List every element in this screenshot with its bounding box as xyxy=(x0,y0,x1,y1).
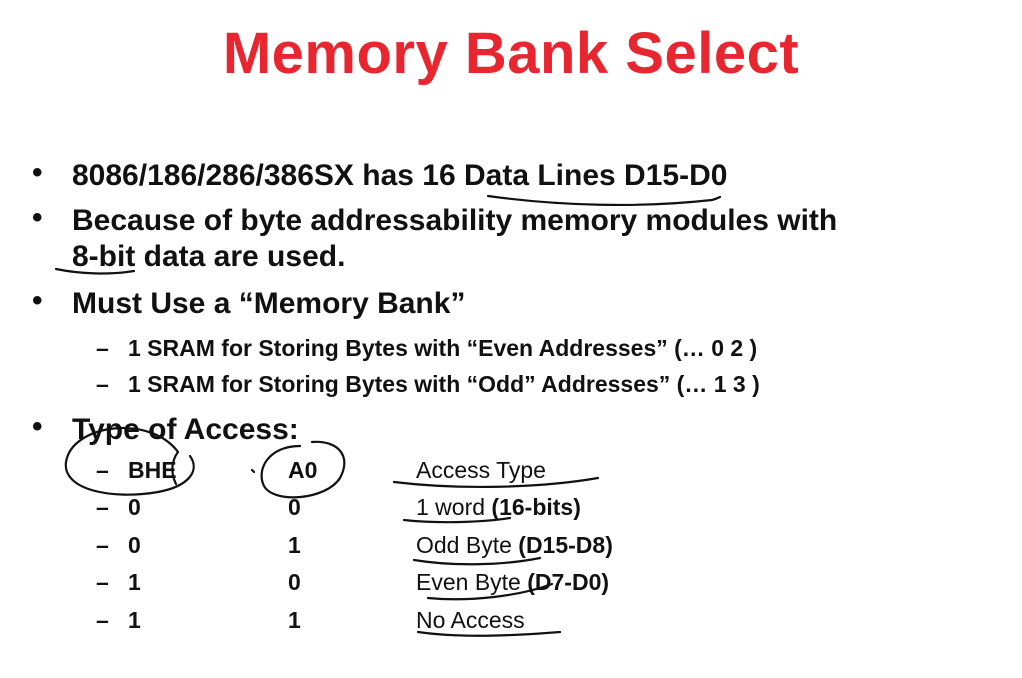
row-1-a0: 0 xyxy=(288,494,301,520)
row-2-bhe: 0 xyxy=(128,532,141,558)
bullet-text: data are used. xyxy=(135,240,346,273)
type-main: Odd Byte xyxy=(416,532,512,558)
sub-dash: – xyxy=(96,335,109,361)
bullet-dot: • xyxy=(32,284,43,317)
bullet-line: Because of byte addressability memory mo… xyxy=(72,204,838,237)
row-dash: – xyxy=(96,607,109,633)
bullet-data-lines: 8086/186/286/386SX has 16 Data Lines D15… xyxy=(72,158,727,194)
bullet-type-of-access: Type of Access: xyxy=(72,413,299,446)
slide-title: Memory Bank Select xyxy=(222,21,800,86)
bullet-dot: • xyxy=(32,156,43,189)
bullet-dot: • xyxy=(32,201,43,234)
row-4-bhe: 1 xyxy=(128,607,141,633)
bullet-highlight: 16 Data Lines xyxy=(422,159,616,192)
row-3-bhe: 1 xyxy=(128,569,141,595)
sub-bullet-odd: 1 SRAM for Storing Bytes with “Odd” Addr… xyxy=(128,371,760,397)
bullet-byte-addressability: Because of byte addressability memory mo… xyxy=(72,203,837,275)
row-4-type: No Access xyxy=(416,607,525,634)
sub-dash: – xyxy=(96,371,109,397)
header-bhe: BHE xyxy=(128,457,177,483)
type-rest: (16-bits) xyxy=(485,494,581,520)
type-main: 1 word xyxy=(416,494,486,520)
sub-bullet-even: 1 SRAM for Storing Bytes with “Even Addr… xyxy=(128,335,758,361)
row-2-a0: 1 xyxy=(288,532,301,558)
row-3-a0: 0 xyxy=(288,569,301,595)
type-rest: (D15-D8) xyxy=(511,532,613,558)
header-a0: A0 xyxy=(288,457,318,483)
bullet-highlight: 8-bit xyxy=(72,240,136,273)
bullet-dot: • xyxy=(32,410,43,443)
row-dash: – xyxy=(96,494,109,520)
header-access-type: Access Type xyxy=(416,457,546,483)
row-4-a0: 1 xyxy=(288,607,301,633)
row-3-type: Even Byte (D7-D0) xyxy=(416,569,609,596)
bullet-text: D15-D0 xyxy=(615,159,728,192)
bullet-line: 8-bit data are used. xyxy=(72,239,837,275)
type-main: No Access xyxy=(416,607,525,633)
type-rest: (D7-D0) xyxy=(520,569,610,595)
row-dash: – xyxy=(96,532,109,558)
row-2-type: Odd Byte (D15-D8) xyxy=(416,532,613,559)
bullet-memory-bank: Must Use a “Memory Bank” xyxy=(72,287,466,320)
row-1-bhe: 0 xyxy=(128,494,141,520)
row-1-type: 1 word (16-bits) xyxy=(416,494,581,521)
bullet-text: 8086/186/286/386SX has xyxy=(72,159,423,192)
tick-mark xyxy=(250,468,256,474)
row-dash: – xyxy=(96,457,109,483)
row-dash: – xyxy=(96,569,109,595)
type-main: Even Byte xyxy=(416,569,521,595)
